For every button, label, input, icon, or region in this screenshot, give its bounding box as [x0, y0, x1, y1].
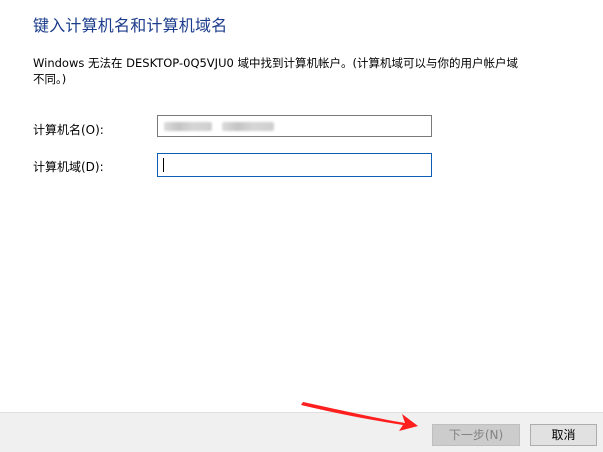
- computer-domain-label: 计算机域(D):: [33, 160, 104, 174]
- dialog-description: Windows 无法在 DESKTOP-0Q5VJU0 域中找到计算机帐户。(计…: [33, 56, 518, 86]
- next-button[interactable]: 下一步(N): [432, 424, 520, 446]
- redacted-text: [222, 122, 274, 131]
- computer-name-label: 计算机名(O):: [33, 123, 104, 137]
- cancel-button[interactable]: 取消: [530, 424, 597, 446]
- dialog-footer: 下一步(N) 取消: [0, 412, 603, 452]
- dialog-title: 键入计算机名和计算机域名: [33, 16, 228, 35]
- computer-name-input[interactable]: [157, 115, 432, 137]
- text-caret: [163, 158, 164, 172]
- redacted-text: [164, 122, 212, 131]
- computer-domain-input[interactable]: [157, 153, 432, 177]
